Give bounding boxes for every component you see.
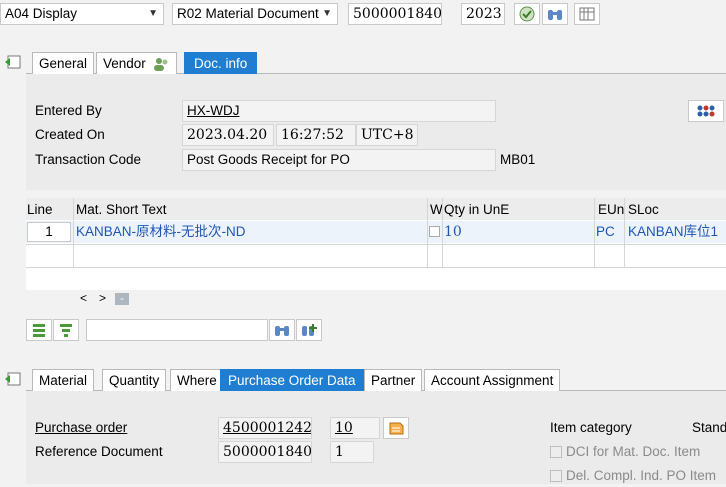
entered-by-field: HX-WDJ: [182, 100, 496, 122]
filter-icon: [60, 324, 72, 337]
find-next-icon: [302, 324, 317, 336]
tab-doc-info[interactable]: Doc. info: [184, 52, 258, 74]
transaction-code-label: Transaction Code: [35, 152, 142, 167]
tab-general[interactable]: General: [32, 52, 95, 74]
execute-button[interactable]: [514, 3, 540, 25]
action-dropdown[interactable]: A04 Display ▼: [0, 3, 164, 25]
tab-where[interactable]: Where: [170, 369, 224, 391]
find-next-button[interactable]: [296, 319, 322, 341]
col-header-sloc[interactable]: SLoc: [628, 199, 659, 221]
col-header-qty[interactable]: Qty in UnE: [444, 199, 509, 221]
refdoc-dropdown[interactable]: R02 Material Document ▼: [172, 3, 338, 25]
purchase-order-item[interactable]: 10: [330, 417, 380, 439]
action-value: A04 Display: [5, 6, 78, 21]
binoculars-icon: [275, 326, 289, 336]
dci-label: DCI for Mat. Doc. Item: [566, 444, 701, 459]
entered-by-label: Entered By: [35, 103, 102, 118]
display-po-button[interactable]: [383, 417, 409, 439]
dci-checkbox[interactable]: [550, 446, 562, 458]
link-icon: [697, 105, 715, 117]
transaction-code-value: MB01: [500, 152, 536, 167]
row-qty: 10: [444, 224, 462, 240]
entered-by-value: HX-WDJ: [187, 103, 240, 118]
header-toggle-button[interactable]: [4, 54, 22, 73]
detail-toggle-button[interactable]: [4, 371, 22, 390]
row-line-number[interactable]: 1: [27, 222, 71, 242]
created-time-field: 16:27:52: [276, 124, 356, 146]
col-header-eun[interactable]: EUn: [598, 199, 624, 221]
collapse-header-icon: [5, 55, 21, 69]
expand-all-icon: [33, 324, 45, 337]
year-input[interactable]: 2023: [461, 3, 505, 25]
scroll-left-button[interactable]: <: [80, 291, 87, 305]
vendor-icon: [153, 58, 168, 71]
reference-document-number: 5000001840: [218, 441, 312, 463]
chevron-down-icon: ▼: [148, 8, 158, 19]
item-search-input[interactable]: [86, 319, 268, 341]
filter-button[interactable]: [53, 319, 79, 341]
row-w-checkbox[interactable]: [429, 226, 440, 237]
col-header-line[interactable]: Line: [27, 199, 53, 221]
transaction-text-field: Post Goods Receipt for PO: [182, 149, 496, 171]
row-material-text: KANBAN-原材料-无批次-ND: [76, 224, 246, 239]
tab-purchase-order-data[interactable]: Purchase Order Data: [220, 369, 364, 391]
row-sloc: KANBAN库位1: [628, 224, 719, 239]
created-date-field: 2023.04.20: [182, 124, 274, 146]
col-header-w[interactable]: W: [430, 199, 443, 221]
purchase-order-label: Purchase order: [35, 420, 128, 435]
del-compl-checkbox[interactable]: [550, 470, 562, 482]
tab-quantity[interactable]: Quantity: [102, 369, 167, 391]
row-eun: PC: [596, 224, 615, 239]
item-category-value: Stand: [692, 420, 726, 435]
overview-button[interactable]: [574, 3, 600, 25]
table-icon: [579, 7, 595, 21]
expand-all-button[interactable]: [26, 319, 52, 341]
tab-partner[interactable]: Partner: [364, 369, 423, 391]
document-icon: [389, 422, 404, 435]
collapse-button[interactable]: -: [115, 292, 129, 305]
tab-vendor[interactable]: Vendor: [96, 52, 177, 74]
purchase-order-number[interactable]: 4500001242: [218, 417, 312, 439]
find-button[interactable]: [542, 3, 568, 25]
execute-icon: [519, 6, 535, 22]
change-document-button[interactable]: [688, 100, 724, 122]
item-category-label: Item category: [550, 420, 632, 435]
created-tz-field: UTC+8: [356, 124, 418, 146]
reference-document-label: Reference Document: [35, 444, 163, 459]
find-item-button[interactable]: [269, 319, 295, 341]
created-on-label: Created On: [35, 127, 105, 142]
document-number-input[interactable]: 5000001840: [348, 3, 442, 25]
binoculars-icon: [548, 10, 562, 20]
chevron-down-icon: ▼: [322, 8, 332, 19]
refdoc-value: R02 Material Document: [177, 6, 319, 21]
scroll-right-button[interactable]: >: [99, 291, 106, 305]
col-header-text[interactable]: Mat. Short Text: [76, 199, 167, 221]
tab-account-assignment[interactable]: Account Assignment: [424, 369, 561, 391]
reference-document-item: 1: [330, 441, 374, 463]
tab-vendor-label: Vendor: [103, 56, 146, 71]
collapse-detail-icon: [5, 372, 21, 386]
tab-material[interactable]: Material: [32, 369, 95, 391]
